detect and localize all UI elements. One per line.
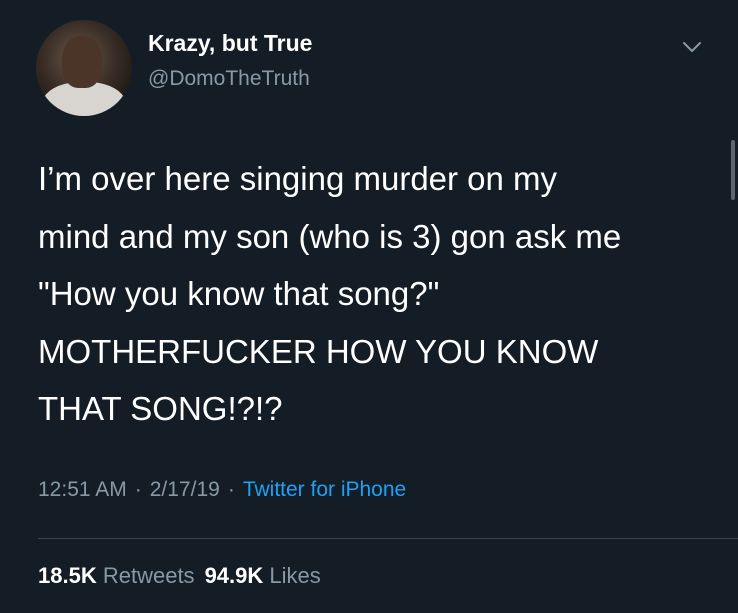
avatar-face bbox=[62, 36, 102, 88]
likes-count: 94.9K bbox=[204, 563, 264, 588]
tweet-card: Krazy, but True @DomoTheTruth I’m over h… bbox=[0, 0, 738, 613]
scrollbar[interactable] bbox=[731, 140, 735, 200]
tweet-meta: 12:51 AM · 2/17/19 · Twitter for iPhone bbox=[38, 478, 406, 502]
author-handle[interactable]: @DomoTheTruth bbox=[148, 67, 310, 91]
tweet-time[interactable]: 12:51 AM bbox=[38, 478, 127, 501]
tweet-date[interactable]: 2/17/19 bbox=[150, 478, 220, 501]
retweets-stat[interactable]: 18.5K Retweets bbox=[38, 563, 195, 588]
tweet-body-line: mind and my son (who is 3) gon ask me bbox=[38, 217, 622, 255]
tweet-body-line: THAT SONG!?!? bbox=[38, 390, 283, 427]
likes-stat[interactable]: 94.9K Likes bbox=[205, 563, 321, 588]
tweet-body-line: MOTHERFUCKER HOW YOU KNOW bbox=[38, 332, 599, 370]
meta-separator: · bbox=[134, 478, 142, 501]
author-avatar[interactable] bbox=[36, 20, 132, 116]
retweets-label: Retweets bbox=[102, 563, 195, 588]
tweet-stats: 18.5K Retweets 94.9K Likes bbox=[38, 563, 321, 589]
meta-separator: · bbox=[227, 478, 235, 501]
divider bbox=[38, 538, 738, 539]
tweet-body-line: I’m over here singing murder on my bbox=[38, 160, 558, 197]
tweet-source-link[interactable]: Twitter for iPhone bbox=[243, 478, 406, 501]
chevron-down-icon[interactable] bbox=[682, 40, 702, 54]
likes-label: Likes bbox=[269, 563, 321, 588]
tweet-body: I’m over here singing murder on my mind … bbox=[38, 150, 718, 438]
retweets-count: 18.5K bbox=[38, 563, 97, 588]
author-display-name[interactable]: Krazy, but True bbox=[148, 30, 312, 57]
tweet-body-line: "How you know that song?" bbox=[38, 275, 440, 312]
